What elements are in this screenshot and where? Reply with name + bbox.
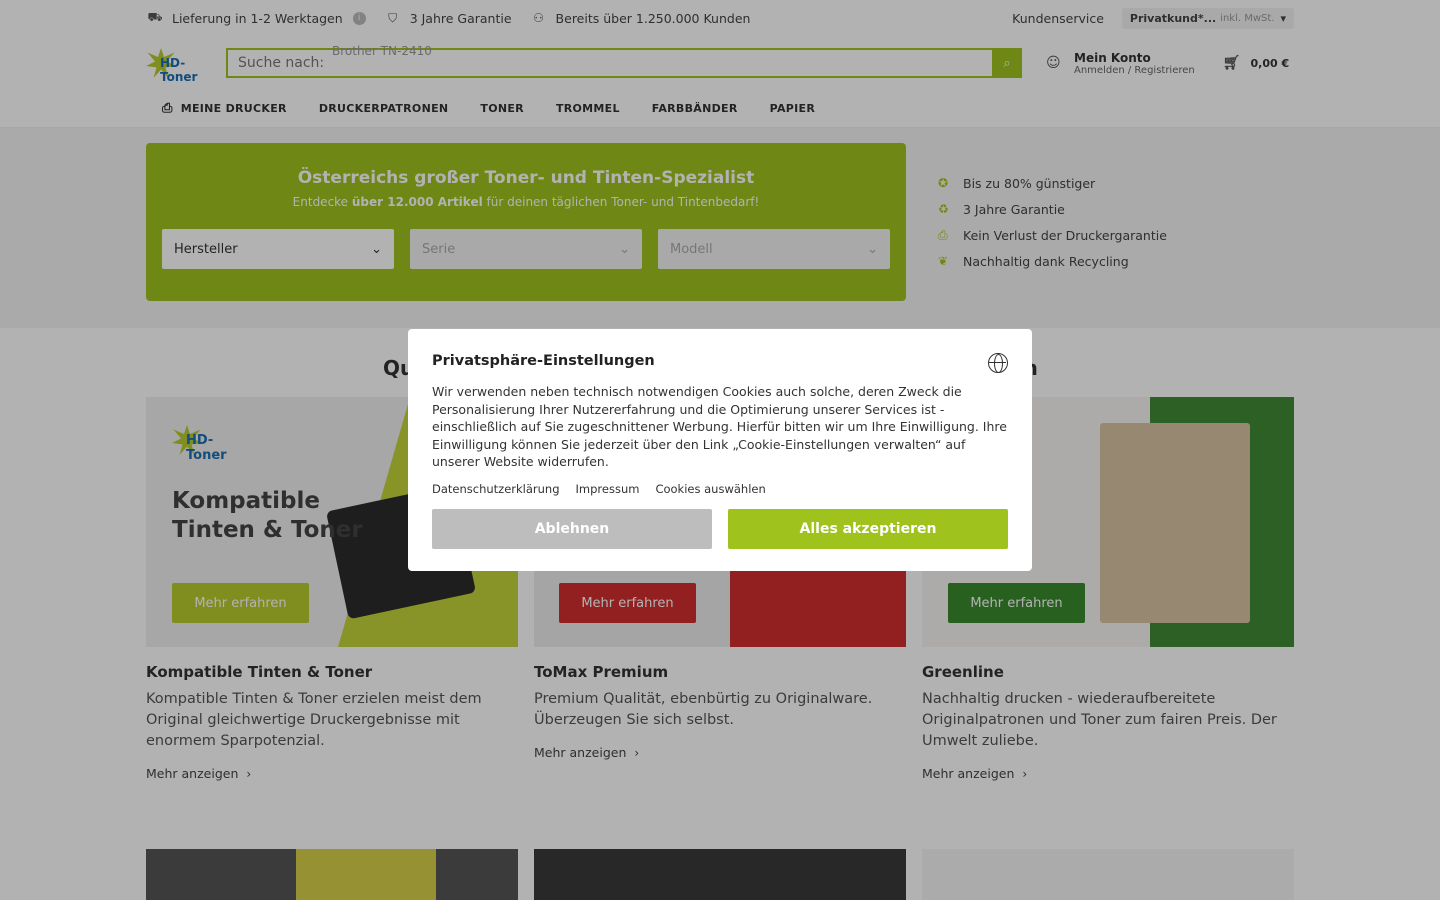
dialog-text: Wir verwenden neben technisch notwendige… xyxy=(432,384,1007,469)
globe-icon[interactable] xyxy=(988,353,1008,373)
cookie-consent-dialog: Privatsphäre-Einstellungen Wir verwenden… xyxy=(408,329,1032,571)
decline-button[interactable]: Ablehnen xyxy=(432,508,712,549)
privacy-policy-link[interactable]: Datenschutzerklärung xyxy=(432,482,560,496)
dialog-title: Privatsphäre-Einstellungen xyxy=(432,353,655,369)
select-cookies-link[interactable]: Cookies auswählen xyxy=(655,482,765,496)
imprint-link[interactable]: Impressum xyxy=(576,482,640,496)
accept-all-button[interactable]: Alles akzeptieren xyxy=(728,508,1008,549)
